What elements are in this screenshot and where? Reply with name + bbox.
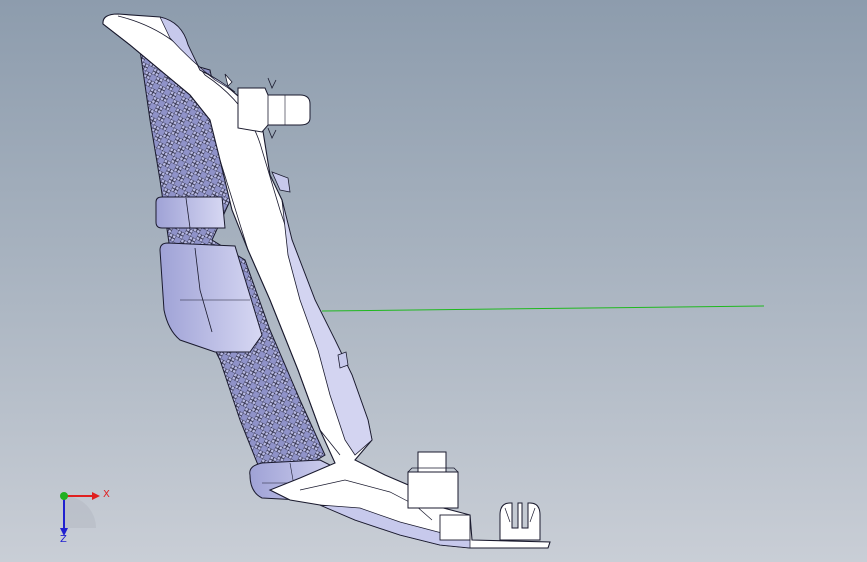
3d-viewport[interactable]: X Z — [0, 0, 867, 562]
z-axis-label: Z — [60, 534, 67, 545]
x-axis-label: X — [103, 489, 110, 500]
sketch-line — [321, 305, 765, 312]
model-canvas[interactable] — [0, 0, 867, 562]
coordinate-triad — [60, 492, 100, 536]
mounting-clip[interactable] — [499, 502, 541, 541]
y-axis-dot — [60, 492, 68, 500]
